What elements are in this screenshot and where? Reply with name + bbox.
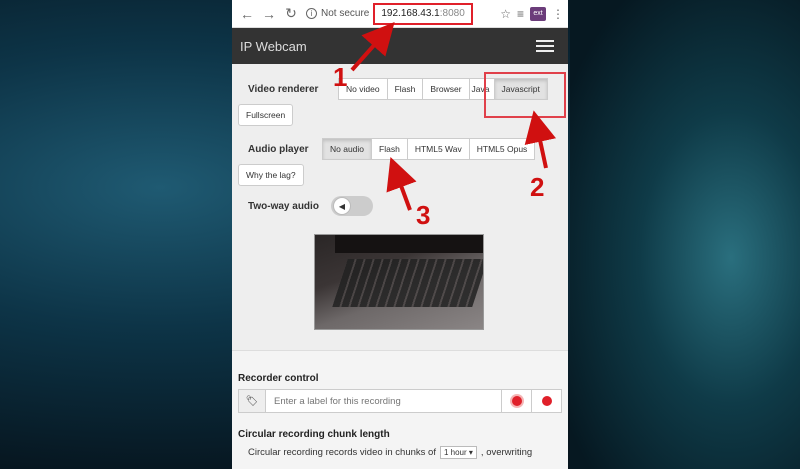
circular-recording-text: Circular recording records video in chun… bbox=[238, 446, 562, 459]
video-option-flash[interactable]: Flash bbox=[386, 78, 424, 100]
background-right bbox=[570, 0, 800, 469]
annotation-number-1: 1 bbox=[333, 62, 348, 92]
not-secure-label: Not secure bbox=[321, 8, 370, 19]
chunk-length-select[interactable]: 1 hour ▾ bbox=[439, 446, 477, 459]
audio-option-html5-wav[interactable]: HTML5 Wav bbox=[406, 138, 470, 160]
extension-icon[interactable]: ext bbox=[530, 6, 546, 21]
star-icon[interactable]: ☆ bbox=[500, 7, 511, 21]
app-header: IP Webcam bbox=[232, 28, 568, 64]
two-way-audio-toggle[interactable]: ◀ bbox=[330, 196, 373, 216]
chunk-length-value: 1 hour bbox=[443, 448, 467, 457]
circular-recording-title: Circular recording chunk length bbox=[238, 429, 390, 440]
reload-icon[interactable]: ↻ bbox=[280, 5, 302, 22]
back-arrow-icon[interactable]: ← bbox=[236, 6, 258, 22]
audio-option-flash[interactable]: Flash bbox=[371, 138, 408, 160]
video-renderer-label: Video renderer bbox=[248, 83, 319, 95]
forward-arrow-icon[interactable]: → bbox=[258, 6, 280, 22]
video-option-browser[interactable]: Browser bbox=[422, 78, 470, 100]
annotation-number-3: 3 bbox=[416, 200, 431, 230]
audio-player-label: Audio player bbox=[248, 143, 309, 155]
annotation-number-2: 2 bbox=[530, 172, 545, 202]
url-port: :8080 bbox=[439, 8, 465, 19]
megaphone-icon: ◀ bbox=[332, 197, 351, 215]
recording-label-input[interactable] bbox=[266, 389, 502, 413]
browser-toolbar: ← → ↻ i Not secure 192.168.43.1:8080 ☆ ≡… bbox=[232, 0, 568, 28]
security-indicator[interactable]: i Not secure bbox=[306, 8, 369, 19]
two-way-audio-label: Two-way audio bbox=[248, 200, 319, 212]
javascript-highlight-box bbox=[484, 72, 566, 118]
record-button[interactable] bbox=[531, 389, 562, 413]
video-laptop-screen bbox=[335, 235, 483, 253]
info-icon: i bbox=[306, 8, 317, 19]
record-motion-button[interactable] bbox=[501, 389, 532, 413]
video-keyboard bbox=[332, 259, 483, 307]
audio-player-group: No audio Flash HTML5 Wav HTML5 Opus bbox=[322, 138, 536, 160]
app-title: IP Webcam bbox=[240, 38, 307, 54]
record-ring-icon bbox=[511, 396, 522, 406]
video-preview bbox=[314, 234, 484, 330]
fullscreen-button[interactable]: Fullscreen bbox=[238, 104, 294, 126]
why-the-lag-button[interactable]: Why the lag? bbox=[238, 164, 304, 186]
circular-text-after: , overwriting bbox=[480, 447, 533, 458]
address-bar[interactable]: 192.168.43.1:8080 bbox=[373, 2, 473, 25]
circular-text-before: Circular recording records video in chun… bbox=[248, 447, 436, 458]
url-host: 192.168.43.1 bbox=[381, 8, 440, 19]
tag-icon: 🏷 bbox=[238, 389, 266, 413]
phone-screen: ← → ↻ i Not secure 192.168.43.1:8080 ☆ ≡… bbox=[232, 0, 568, 469]
recorder-control-title: Recorder control bbox=[238, 373, 319, 384]
recorder-section: Recorder control 🏷 Circular recording ch… bbox=[232, 350, 568, 469]
record-dot-icon bbox=[541, 396, 552, 406]
recorder-input-row: 🏷 bbox=[238, 389, 562, 413]
hamburger-menu-icon[interactable] bbox=[536, 40, 554, 52]
audio-option-no-audio[interactable]: No audio bbox=[322, 138, 373, 160]
playlist-icon[interactable]: ≡ bbox=[517, 7, 524, 21]
menu-dots-icon[interactable]: ⋮ bbox=[552, 7, 564, 21]
audio-option-html5-opus[interactable]: HTML5 Opus bbox=[468, 138, 536, 160]
